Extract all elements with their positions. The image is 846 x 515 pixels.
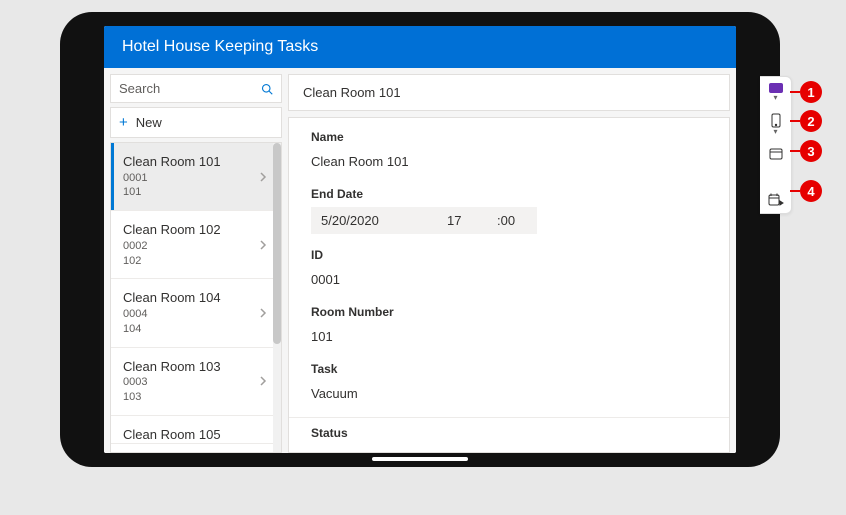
left-pane: Search + New Clean Room 1010001101Clean … (104, 68, 288, 453)
callout-4: 4 (800, 180, 822, 202)
chevron-right-icon (259, 375, 267, 387)
list-item-id: 0001 (123, 171, 221, 186)
field-status: Status (289, 418, 729, 440)
end-date-hour[interactable]: 17 (437, 207, 487, 234)
field-task: Task Vacuum (289, 354, 729, 411)
list-item-room: 102 (123, 254, 221, 269)
callout-2: 2 (800, 110, 822, 132)
list-item-id: 0004 (123, 307, 221, 322)
list-item-title: Clean Room 105 (123, 426, 221, 444)
home-indicator (372, 457, 468, 461)
new-button[interactable]: + New (110, 107, 282, 138)
list-item-title: Clean Room 101 (123, 153, 221, 171)
field-end-date: End Date 5/20/2020 17 :00 (289, 179, 729, 240)
list-item-room: 104 (123, 322, 221, 337)
search-input[interactable]: Search (110, 74, 282, 103)
field-room-number-label: Room Number (311, 305, 707, 319)
callout-1: 1 (800, 81, 822, 103)
browser-icon[interactable] (767, 147, 785, 161)
end-date-picker[interactable]: 5/20/2020 17 :00 (311, 207, 707, 234)
list-item-id: 0003 (123, 375, 221, 390)
detail-card: Name Clean Room 101 End Date 5/20/2020 1… (288, 117, 730, 453)
list-item-title: Clean Room 103 (123, 358, 221, 376)
list-item[interactable]: Clean Room 105 (111, 416, 281, 445)
list-item[interactable]: Clean Room 1040004104 (111, 279, 281, 347)
field-name: Name Clean Room 101 (289, 122, 729, 179)
list-item-text: Clean Room 105 (123, 426, 221, 444)
calendar-play-icon[interactable] (767, 193, 785, 207)
end-date-date[interactable]: 5/20/2020 (311, 207, 437, 234)
list-item-room: 101 (123, 185, 221, 200)
chevron-right-icon (259, 239, 267, 251)
tool-panel: ▾ ▾ (760, 76, 792, 214)
list-item-text: Clean Room 1040004104 (123, 289, 221, 336)
field-task-label: Task (311, 362, 707, 376)
tablet-frame: Hotel House Keeping Tasks Search + New (60, 12, 780, 467)
search-placeholder: Search (119, 81, 160, 96)
app-header-title: Hotel House Keeping Tasks (104, 26, 736, 68)
field-id: ID 0001 (289, 240, 729, 297)
task-list: Clean Room 1010001101Clean Room 10200021… (110, 142, 282, 453)
list-item-title: Clean Room 104 (123, 289, 221, 307)
scrollbar[interactable] (273, 143, 281, 452)
screen: Hotel House Keeping Tasks Search + New (104, 26, 736, 453)
new-button-label: New (136, 115, 162, 130)
list-item-text: Clean Room 1020002102 (123, 221, 221, 268)
field-task-value[interactable]: Vacuum (311, 382, 707, 405)
list-item[interactable]: Clean Room 1020002102 (111, 211, 281, 279)
chevron-right-icon (259, 171, 267, 183)
list-item[interactable]: Clean Room 1030003103 (111, 348, 281, 416)
field-room-number: Room Number 101 (289, 297, 729, 354)
phone-icon[interactable]: ▾ (767, 113, 785, 127)
detail-header-title: Clean Room 101 (288, 74, 730, 111)
plus-icon: + (119, 114, 128, 131)
list-item-text: Clean Room 1010001101 (123, 153, 221, 200)
callout-3: 3 (800, 140, 822, 162)
list-item-title: Clean Room 102 (123, 221, 221, 239)
field-id-label: ID (311, 248, 707, 262)
field-end-date-label: End Date (311, 187, 707, 201)
detail-pane: Clean Room 101 Name Clean Room 101 End D… (288, 68, 736, 453)
card-icon[interactable]: ▾ (769, 83, 783, 93)
app-body: Search + New Clean Room 1010001101Clean … (104, 68, 736, 453)
field-room-number-value[interactable]: 101 (311, 325, 707, 348)
scrollbar-thumb[interactable] (273, 143, 281, 344)
chevron-right-icon (259, 307, 267, 319)
field-id-value[interactable]: 0001 (311, 268, 707, 291)
search-icon (261, 83, 273, 95)
list-item-id: 0002 (123, 239, 221, 254)
list-item[interactable]: Clean Room 1010001101 (111, 143, 281, 211)
field-name-value[interactable]: Clean Room 101 (311, 150, 707, 173)
field-name-label: Name (311, 130, 707, 144)
field-status-label: Status (311, 426, 707, 440)
list-item-text: Clean Room 1030003103 (123, 358, 221, 405)
list-item-room: 103 (123, 390, 221, 405)
end-date-min[interactable]: :00 (487, 207, 537, 234)
